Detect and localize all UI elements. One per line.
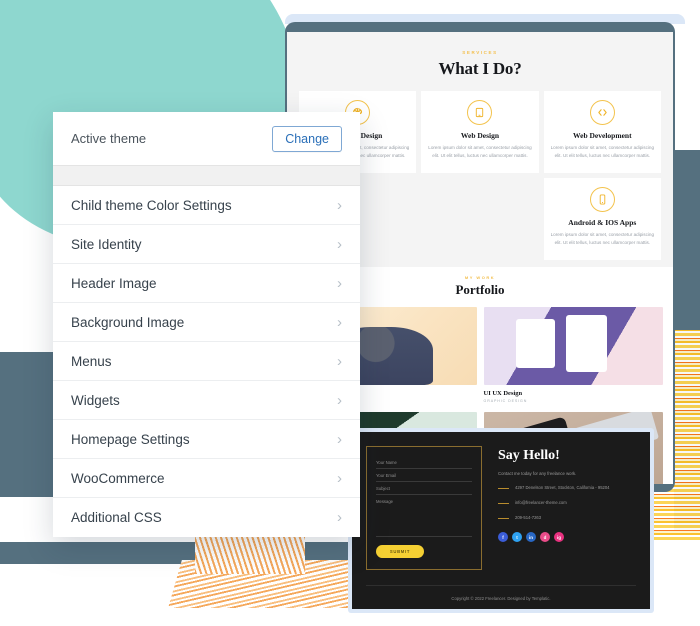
sidebar-item-label: Site Identity [71,236,142,252]
customizer-panel-header: Active theme Change [53,112,360,165]
screenshot-stage: SERVICES What I Do? Product Design Lorem… [0,0,700,626]
say-hello-block: Say Hello! Contact me today for any free… [498,446,636,570]
contact-phone-row: 209-514-7263 [498,514,636,521]
portfolio-caption: UI UX Design GRAPHIC DESIGN [484,385,664,412]
portfolio-item-category: GRAPHIC DESIGN [483,398,528,403]
chevron-right-icon: › [337,391,342,409]
contact-row: Your Name Your Email Subject Message SUB… [352,432,650,570]
linkedin-icon[interactable]: in [526,532,536,543]
change-theme-button[interactable]: Change [272,125,342,152]
instagram-icon[interactable]: ig [554,532,564,543]
service-card-title: Web Development [573,131,632,140]
sidebar-item-homepage-settings[interactable]: Homepage Settings › [53,420,360,459]
sidebar-item-label: Menus [71,353,112,369]
chevron-right-icon: › [337,235,342,253]
code-icon [589,100,615,125]
contact-address-row: 4297 Denelson Street, Stockton, Californ… [498,484,636,491]
service-card-title: Web Design [460,131,500,140]
sidebar-item-child-theme-color-settings[interactable]: Child theme Color Settings › [53,186,360,225]
service-card-desc: Lorem ipsum dolor sit amet, consectetur … [550,145,655,159]
facebook-icon[interactable]: f [498,532,508,543]
contact-email[interactable]: info@freelancer-theme.com [515,499,567,506]
email-field[interactable]: Your Email [376,469,472,482]
twitter-icon[interactable]: t [512,532,522,543]
subject-field[interactable]: Subject [376,482,472,495]
dash-icon [498,518,509,520]
sidebar-item-additional-css[interactable]: Additional CSS › [53,498,360,537]
sidebar-item-label: Header Image [71,275,157,291]
sidebar-item-menus[interactable]: Menus › [53,342,360,381]
sidebar-item-woocommerce[interactable]: WooCommerce › [53,459,360,498]
tablet-icon [467,100,493,125]
sidebar-item-widgets[interactable]: Widgets › [53,381,360,420]
contact-phone[interactable]: 209-514-7263 [515,514,541,521]
services-title: What I Do? [438,59,522,78]
active-theme-label: Active theme [71,131,147,146]
sidebar-item-label: Widgets [71,392,120,408]
contact-email-row: info@freelancer-theme.com [498,499,636,506]
contact-heading: Say Hello! [498,448,560,463]
sidebar-item-background-image[interactable]: Background Image › [53,303,360,342]
sidebar-item-site-identity[interactable]: Site Identity › [53,225,360,264]
contact-section-page: Your Name Your Email Subject Message SUB… [352,432,650,609]
social-links: f t in d ig [498,532,636,543]
message-field[interactable]: Message [376,495,472,537]
name-field[interactable]: Your Name [376,456,472,469]
service-card[interactable]: Android & IOS Apps Lorem ipsum dolor sit… [543,177,661,260]
chevron-right-icon: › [337,509,342,526]
orange-stripes-bottom-secondary-decoration [195,534,305,574]
contact-section-mockup: Your Name Your Email Subject Message SUB… [348,428,654,613]
sidebar-item-header-image[interactable]: Header Image › [53,264,360,303]
mobile-icon [589,186,615,212]
sidebar-item-label: Homepage Settings [71,431,190,447]
sidebar-item-label: Additional CSS [71,510,162,525]
service-card[interactable]: Web Development Lorem ipsum dolor sit am… [543,91,661,173]
dash-icon [498,488,509,489]
service-card-title: Android & IOS Apps [568,217,637,227]
service-card[interactable]: Web Design Lorem ipsum dolor sit amet, c… [421,91,539,173]
contact-form: Your Name Your Email Subject Message SUB… [366,446,482,570]
portfolio-thumbnail-ui-screens[interactable] [483,306,663,385]
customizer-panel: Active theme Change Child theme Color Se… [53,112,360,537]
dribbble-icon[interactable]: d [540,532,550,543]
submit-button[interactable]: SUBMIT [376,545,424,558]
copyright-text: Copyright © 2022 Freelancer. Designed by… [451,596,551,601]
service-card-desc: Lorem ipsum dolor sit amet, consectetur … [428,145,532,159]
services-eyebrow: SERVICES [462,50,498,55]
contact-subtitle: Contact me today for any freelance work. [498,471,577,476]
sidebar-item-label: Background Image [71,314,185,330]
footer-divider [366,585,636,586]
sidebar-item-label: WooCommerce [71,470,165,486]
chevron-right-icon: › [337,430,342,448]
service-card-desc: Lorem ipsum dolor sit amet, consectetur … [550,231,655,246]
chevron-right-icon: › [337,313,342,331]
chevron-right-icon: › [337,469,342,487]
contact-address: 4297 Denelson Street, Stockton, Californ… [515,485,610,490]
chevron-right-icon: › [337,274,342,292]
customizer-panel-separator [53,165,360,186]
sidebar-item-label: Child theme Color Settings [71,197,232,213]
chevron-right-icon: › [337,196,342,214]
dash-icon [498,503,509,505]
chevron-right-icon: › [337,352,342,370]
portfolio-item-title: UI UX Design [483,389,523,397]
